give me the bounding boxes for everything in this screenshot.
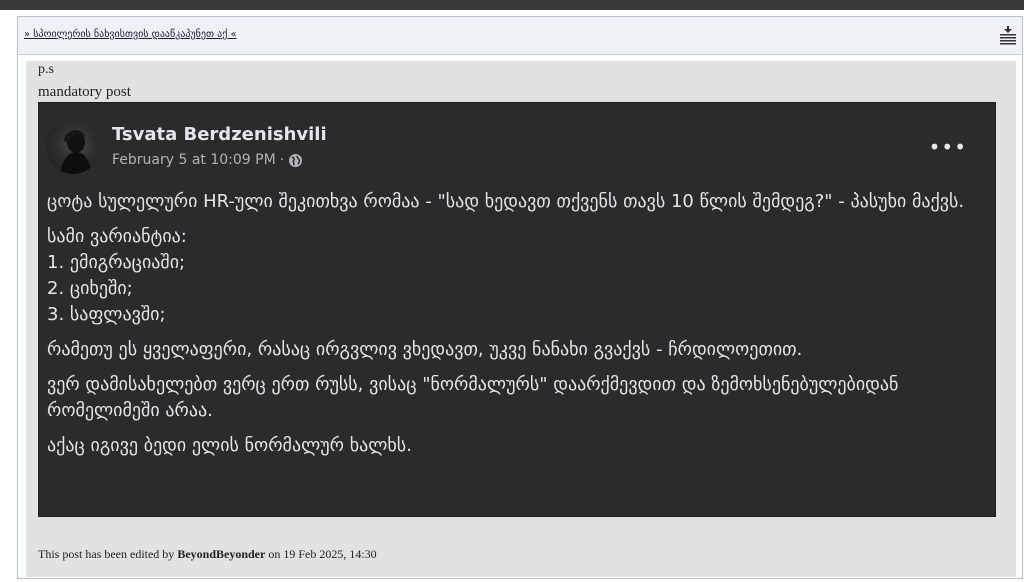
post-paragraph: რამეთუ ეს ყველაფერი, რასაც ირგვლივ ვხედა… — [47, 339, 803, 360]
spoiler-header: » სპოილერის ნახვისთვის დააწკაპუნეთ აქ « — [18, 17, 1022, 55]
spoiler-toggle-link[interactable]: » სპოილერის ნახვისთვის დააწკაპუნეთ აქ « — [24, 29, 237, 40]
spoiler-panel: » სპოილერის ნახვისთვის დააწკაპუნეთ აქ « … — [17, 16, 1023, 579]
avatar[interactable] — [46, 120, 100, 174]
ps-text: p.s — [38, 62, 54, 77]
edited-suffix: on 19 Feb 2025, 14:30 — [268, 547, 377, 561]
post-author[interactable]: Tsvata Berdzenishvili — [112, 124, 327, 145]
meta-separator: · — [279, 152, 285, 168]
post-paragraph: აქაც იგივე ბედი ელის ნორმალურ ხალხს. — [47, 435, 412, 456]
post-body: ცოტა სულელური HR-ული შეკითხვა რომაა - "ს… — [47, 189, 977, 468]
spoiler-content: p.s mandatory post Tsvata Berdzenishvili… — [26, 61, 1016, 577]
collapse-lines-icon[interactable] — [998, 25, 1018, 47]
post-meta: February 5 at 10:09 PM · — [112, 152, 303, 168]
post-paragraph: ცოტა სულელური HR-ული შეკითხვა რომაა - "ს… — [47, 191, 965, 212]
more-horizontal-icon[interactable]: ••• — [929, 135, 967, 159]
post-paragraph: ვერ დამისახელებთ ვერც ერთ რუსს, ვისაც "ნ… — [47, 374, 899, 421]
top-dark-bar — [0, 0, 1024, 10]
edited-note: This post has been edited by BeyondBeyon… — [38, 547, 377, 562]
post-paragraph: სამი ვარიანტია: 1. ემიგრაციაში; 2. ციხეშ… — [47, 226, 187, 325]
globe-icon — [289, 153, 303, 167]
mandatory-text: mandatory post — [38, 84, 131, 100]
edited-user[interactable]: BeyondBeyonder — [177, 547, 265, 561]
embedded-facebook-post: Tsvata Berdzenishvili February 5 at 10:0… — [38, 102, 996, 517]
post-date[interactable]: February 5 at 10:09 PM — [112, 152, 276, 168]
edited-prefix: This post has been edited by — [38, 547, 175, 561]
